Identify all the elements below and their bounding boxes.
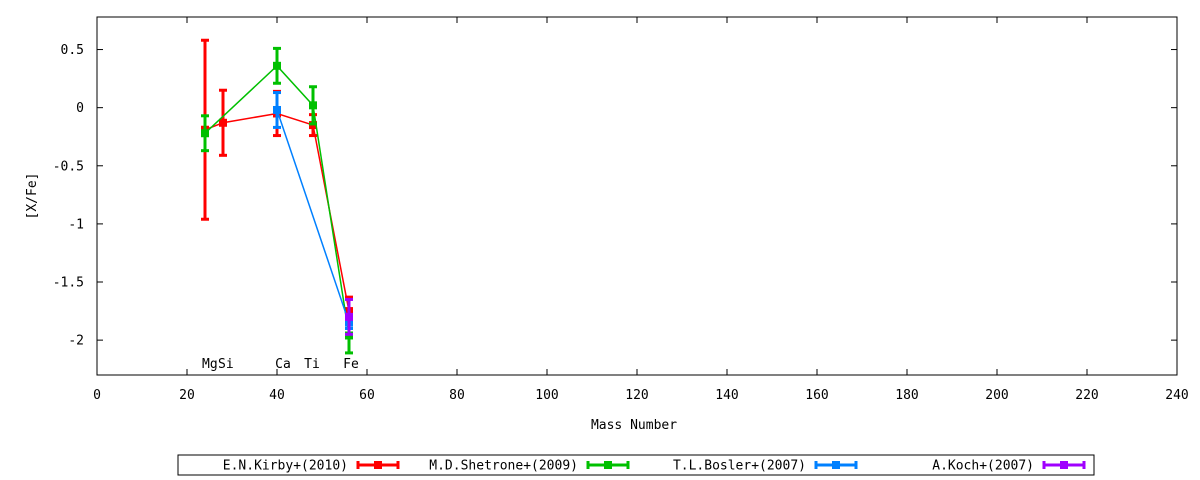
y-tick-label: -1.5 bbox=[53, 276, 84, 291]
data-point bbox=[273, 105, 281, 114]
y-tick-label: -1 bbox=[68, 217, 84, 232]
legend-label: M.D.Shetrone+(2009) bbox=[429, 459, 578, 474]
x-tick-label: 140 bbox=[715, 388, 738, 403]
series-line bbox=[204, 112, 350, 312]
x-tick-label: 200 bbox=[985, 388, 1008, 403]
x-axis-title: Mass Number bbox=[591, 418, 677, 433]
data-point bbox=[345, 312, 353, 321]
data-point bbox=[201, 129, 209, 138]
data-point bbox=[309, 101, 317, 110]
chart: 0 20 40 60 80 100 120 140 160 180 200 220 240 0.5 0 -0… bbox=[25, 16, 1189, 476]
x-tick-label: 80 bbox=[449, 388, 465, 403]
legend-label: A.Koch+(2007) bbox=[932, 459, 1034, 474]
x-tick-label: 100 bbox=[535, 388, 558, 403]
x-axis-ticks: 0 20 40 60 80 100 120 140 160 180 200 220 240 bbox=[93, 17, 1189, 403]
legend-marker bbox=[1060, 461, 1068, 469]
y-tick-label: -2 bbox=[68, 334, 84, 349]
element-label: Fe bbox=[343, 357, 359, 372]
element-label: Ca bbox=[275, 357, 291, 372]
x-tick-label: 240 bbox=[1165, 388, 1188, 403]
legend-label: T.L.Bosler+(2007) bbox=[673, 459, 806, 474]
legend-marker bbox=[832, 461, 840, 469]
x-tick-label: 0 bbox=[93, 388, 101, 403]
element-label: Ti bbox=[304, 357, 320, 372]
element-label: Si bbox=[218, 357, 234, 372]
y-tick-label: 0.5 bbox=[61, 43, 84, 58]
legend-label: E.N.Kirby+(2010) bbox=[223, 459, 348, 474]
legend-marker bbox=[374, 461, 382, 469]
y-tick-label: -0.5 bbox=[53, 159, 84, 174]
data-point bbox=[273, 61, 281, 70]
x-tick-label: 20 bbox=[179, 388, 195, 403]
plot-frame bbox=[96, 16, 1178, 376]
x-tick-label: 40 bbox=[269, 388, 285, 403]
x-tick-label: 160 bbox=[805, 388, 828, 403]
element-labels: Mg Si Ca Ti Fe bbox=[202, 357, 359, 372]
y-axis-title: [X/Fe] bbox=[25, 173, 40, 220]
series-layer bbox=[201, 38, 353, 355]
legend-marker bbox=[604, 461, 612, 469]
x-tick-label: 60 bbox=[359, 388, 375, 403]
x-tick-label: 120 bbox=[625, 388, 648, 403]
x-tick-label: 220 bbox=[1075, 388, 1098, 403]
x-tick-label: 180 bbox=[895, 388, 918, 403]
element-label: Mg bbox=[202, 357, 218, 372]
y-tick-label: 0 bbox=[76, 101, 84, 116]
series-line bbox=[276, 109, 350, 323]
